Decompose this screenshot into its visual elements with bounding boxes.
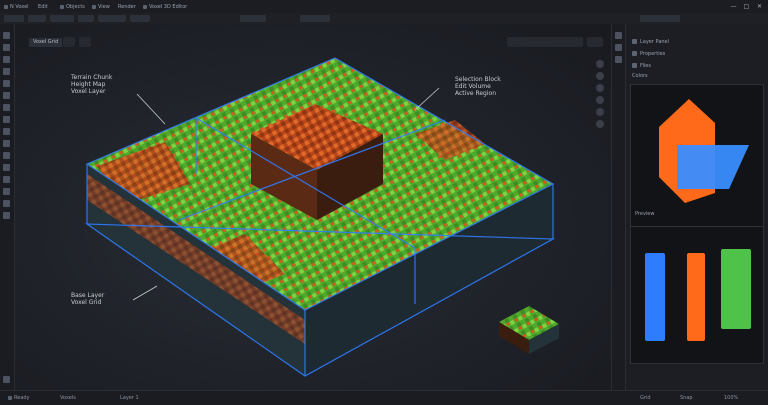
app-logo-icon — [4, 4, 8, 9]
folder-icon[interactable] — [615, 56, 622, 63]
toolbar-button-fill[interactable] — [130, 15, 150, 22]
annotation-base: Base Layer Voxel Grid — [71, 292, 105, 306]
toolbar-button-move[interactable] — [78, 15, 94, 22]
toolbar-button-layers[interactable] — [300, 15, 330, 22]
dock-strip — [611, 24, 625, 390]
panel-row-layers[interactable]: Layer Panel — [632, 38, 763, 46]
menu-objects[interactable]: Objects — [60, 3, 85, 10]
window-icon — [143, 4, 147, 9]
left-toolbar — [0, 24, 15, 390]
objects-icon — [60, 4, 64, 9]
scale-tool-icon[interactable] — [3, 68, 10, 75]
status-snap[interactable]: Snap — [680, 395, 693, 401]
layers-icon — [632, 39, 637, 44]
fill-tool-icon[interactable] — [3, 104, 10, 111]
minimize-button[interactable]: — — [730, 3, 737, 10]
toolbar-button-mode[interactable] — [240, 15, 266, 22]
select-tool-icon[interactable] — [3, 32, 10, 39]
properties-icon[interactable] — [615, 44, 622, 51]
status-ready: Ready — [8, 395, 30, 401]
folder-icon — [632, 63, 637, 68]
status-bar: Ready Voxels Layer 1 Grid Snap 100% — [0, 390, 768, 405]
toolbar-button-edit[interactable] — [28, 15, 46, 22]
camera-tool-icon[interactable] — [3, 200, 10, 207]
color-swatches — [630, 226, 764, 364]
toolbar-button-file[interactable] — [4, 15, 24, 22]
line-tool-icon[interactable] — [3, 140, 10, 147]
layers-icon[interactable] — [615, 32, 622, 39]
panel-section-colors: Colors — [632, 73, 648, 79]
menu-view[interactable]: View — [92, 3, 110, 10]
picker-tool-icon[interactable] — [3, 116, 10, 123]
swatch-green[interactable] — [721, 249, 751, 329]
settings-icon[interactable] — [3, 376, 10, 383]
preview-label: Preview — [635, 211, 655, 217]
toolbar-button-select[interactable] — [50, 15, 74, 22]
view-icon — [92, 4, 96, 9]
properties-icon — [632, 51, 637, 56]
shape-preview-graphic — [659, 99, 749, 203]
swatch-blue[interactable] — [645, 253, 665, 341]
blue-shape — [677, 145, 749, 189]
eraser-tool-icon[interactable] — [3, 92, 10, 99]
shape-preview[interactable]: Preview — [630, 84, 764, 246]
status-zoom[interactable]: 100% — [724, 395, 738, 401]
annotation-selection: Selection Block Edit Volume Active Regio… — [455, 76, 501, 97]
right-panel: Layer Panel Properties Files Colors Prev… — [625, 24, 768, 390]
sphere-tool-icon[interactable] — [3, 152, 10, 159]
status-grid[interactable]: Grid — [640, 395, 651, 401]
menu-edit[interactable]: Edit — [38, 3, 48, 10]
status-icon — [8, 396, 12, 400]
maximize-button[interactable]: □ — [743, 3, 750, 10]
window-title: Voxel 3D Editor — [143, 3, 187, 10]
menu-render[interactable]: Render — [118, 3, 136, 10]
move-tool-icon[interactable] — [3, 44, 10, 51]
smooth-tool-icon[interactable] — [3, 176, 10, 183]
light-tool-icon[interactable] — [3, 212, 10, 219]
app-menu[interactable]: N Voxel — [4, 3, 29, 10]
panel-row-files[interactable]: Files — [632, 62, 763, 70]
toolbar-button-panel[interactable] — [640, 15, 680, 22]
swatch-orange[interactable] — [687, 253, 705, 341]
extrude-tool-icon[interactable] — [3, 164, 10, 171]
toolbar-button-paint[interactable] — [98, 15, 126, 22]
annotation-terrain: Terrain Chunk Height Map Voxel Layer — [71, 74, 113, 95]
close-button[interactable]: ✕ — [756, 3, 763, 10]
viewport[interactable]: Voxel Grid Terrain Chunk Height Map Voxe… — [15, 24, 611, 390]
title-bar: N Voxel Edit Objects View Render Voxel 3… — [0, 0, 768, 14]
brush-tool-icon[interactable] — [3, 80, 10, 87]
box-tool-icon[interactable] — [3, 128, 10, 135]
status-layer[interactable]: Layer 1 — [120, 395, 139, 401]
status-voxels: Voxels — [60, 395, 76, 401]
rotate-tool-icon[interactable] — [3, 56, 10, 63]
panel-row-properties[interactable]: Properties — [632, 50, 763, 58]
terrain-tool-icon[interactable] — [3, 188, 10, 195]
